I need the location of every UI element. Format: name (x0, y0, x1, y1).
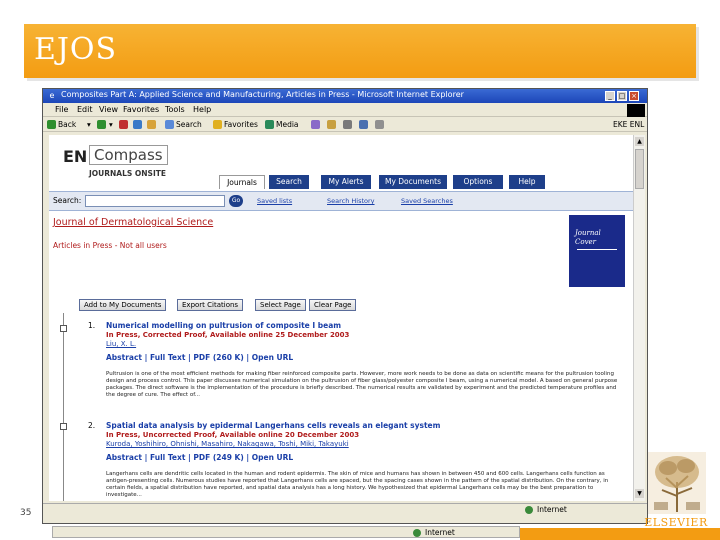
scroll-up-arrow-icon[interactable]: ▲ (635, 137, 644, 146)
search-icon[interactable] (165, 120, 174, 129)
internet-explorer-icon: e (49, 91, 55, 100)
browser-window: e Composites Part A: Applied Science and… (42, 88, 648, 524)
internet-zone-icon (525, 506, 533, 514)
result-title-link[interactable]: Numerical modelling on pultrusion of com… (106, 321, 341, 330)
discuss-icon[interactable] (375, 120, 384, 129)
result-abstract: Langerhans cells are dendritic cells loc… (106, 471, 609, 498)
scroll-thumb[interactable] (635, 149, 644, 189)
taskbar: Internet (52, 526, 520, 538)
result-status: In Press, Corrected Proof, Available onl… (106, 331, 350, 339)
tab-my-alerts[interactable]: My Alerts (321, 175, 371, 189)
result-links[interactable]: Abstract | Full Text | PDF (249 K) | Ope… (106, 453, 293, 462)
clear-page-button[interactable]: Clear Page (309, 299, 357, 311)
menu-tools[interactable]: Tools (165, 105, 185, 114)
edit-icon[interactable] (359, 120, 368, 129)
taskbar-zone-label: Internet (425, 528, 455, 537)
search-input[interactable] (85, 195, 225, 207)
back-arrow-icon[interactable] (47, 120, 56, 129)
tab-options[interactable]: Options (453, 175, 503, 189)
tab-help[interactable]: Help (509, 175, 545, 189)
slide-title: EJOS (34, 32, 118, 67)
result-checkbox[interactable] (60, 325, 67, 332)
result-number: 1. (88, 321, 96, 330)
window-title-bar[interactable]: e Composites Part A: Applied Science and… (43, 89, 647, 103)
slide-header-band: EJOS (24, 24, 696, 78)
results-list: 1. Numerical modelling on pultrusion of … (60, 313, 633, 501)
result-links[interactable]: Abstract | Full Text | PDF (260 K) | Ope… (106, 353, 293, 362)
select-page-button[interactable]: Select Page (255, 299, 306, 311)
window-title: Composites Part A: Applied Science and M… (61, 90, 464, 99)
home-icon[interactable] (147, 120, 156, 129)
export-citations-button[interactable]: Export Citations (177, 299, 244, 311)
refresh-icon[interactable] (133, 120, 142, 129)
action-bar: Add to My Documents Export Citations Sel… (59, 299, 359, 313)
vertical-scrollbar[interactable]: ▲ ▼ (633, 135, 645, 501)
internet-zone-icon (413, 529, 421, 537)
menu-view[interactable]: View (99, 105, 118, 114)
result-checkbox[interactable] (60, 423, 67, 430)
saved-searches-link[interactable]: Saved Searches (401, 197, 453, 205)
browser-toolbar: Back ▾ ▾ Search Favorites Media EKE ENL (43, 118, 647, 132)
journal-cover-text: Journal Cover (575, 229, 601, 246)
result-status: In Press, Uncorrected Proof, Available o… (106, 431, 360, 439)
minimize-button[interactable]: _ (605, 91, 615, 101)
result-title-link[interactable]: Spatial data analysis by epidermal Lange… (106, 421, 440, 430)
media-button[interactable]: Media (276, 120, 299, 129)
slide: EJOS e Composites Part A: Applied Scienc… (0, 0, 720, 540)
back-button[interactable]: Back (58, 120, 76, 129)
result-authors[interactable]: Liu, X. L. (106, 340, 136, 348)
mail-icon[interactable] (327, 120, 336, 129)
toolbar-right-label: EKE ENL (613, 120, 645, 129)
maximize-button[interactable]: □ (617, 91, 627, 101)
articles-in-press-label: Articles in Press - Not all users (53, 241, 167, 250)
menu-edit[interactable]: Edit (77, 105, 93, 114)
print-icon[interactable] (343, 120, 352, 129)
search-button[interactable]: Search (176, 120, 202, 129)
search-label: Search: (53, 196, 82, 205)
web-page: EN Compass JOURNALS ONSITE Journals Sear… (49, 135, 633, 501)
journal-title-link[interactable]: Journal of Dermatological Science (53, 217, 213, 228)
go-button[interactable]: Go (229, 195, 243, 207)
add-to-my-documents-button[interactable]: Add to My Documents (79, 299, 167, 311)
saved-lists-link[interactable]: Saved lists (257, 197, 292, 205)
elsevier-wordmark: ELSEVIER (644, 516, 708, 529)
back-dropdown-icon[interactable]: ▾ (87, 120, 91, 129)
stop-icon[interactable] (119, 120, 128, 129)
favorites-star-icon[interactable] (213, 120, 222, 129)
journal-cover-image[interactable]: Journal Cover (569, 215, 625, 287)
forward-dropdown-icon[interactable]: ▾ (109, 120, 113, 129)
history-icon[interactable] (311, 120, 320, 129)
slide-number: 35 (20, 508, 32, 518)
status-zone-label: Internet (537, 505, 567, 514)
result-number: 2. (88, 421, 96, 430)
result-abstract: Pultrusion is one of the most efficient … (106, 371, 618, 398)
encompass-logo: Compass (89, 145, 168, 165)
menu-file[interactable]: File (55, 105, 68, 114)
forward-arrow-icon[interactable] (97, 120, 106, 129)
search-row: Search: Go Saved lists Search History Sa… (49, 191, 633, 211)
encompass-logo-en: EN (63, 147, 88, 166)
elsevier-logo: ELSEVIER (640, 452, 712, 532)
search-history-link[interactable]: Search History (327, 197, 375, 205)
result-authors[interactable]: Kuroda, Yoshihiro, Ohnishi, Masahiro, Na… (106, 440, 349, 448)
journal-cover-divider (577, 249, 617, 250)
windows-flag-icon (627, 104, 645, 117)
tab-journals[interactable]: Journals (219, 175, 265, 189)
encompass-logo-subtitle: JOURNALS ONSITE (89, 169, 166, 178)
favorites-button[interactable]: Favorites (224, 120, 258, 129)
status-bar: Internet (43, 503, 647, 515)
elsevier-tree-icon (648, 452, 706, 514)
menu-bar: File Edit View Favorites Tools Help (43, 104, 647, 117)
tab-search[interactable]: Search (269, 175, 309, 189)
tab-my-documents[interactable]: My Documents (379, 175, 447, 189)
menu-help[interactable]: Help (193, 105, 211, 114)
close-button[interactable]: × (629, 91, 639, 101)
media-icon[interactable] (265, 120, 274, 129)
menu-favorites[interactable]: Favorites (123, 105, 159, 114)
